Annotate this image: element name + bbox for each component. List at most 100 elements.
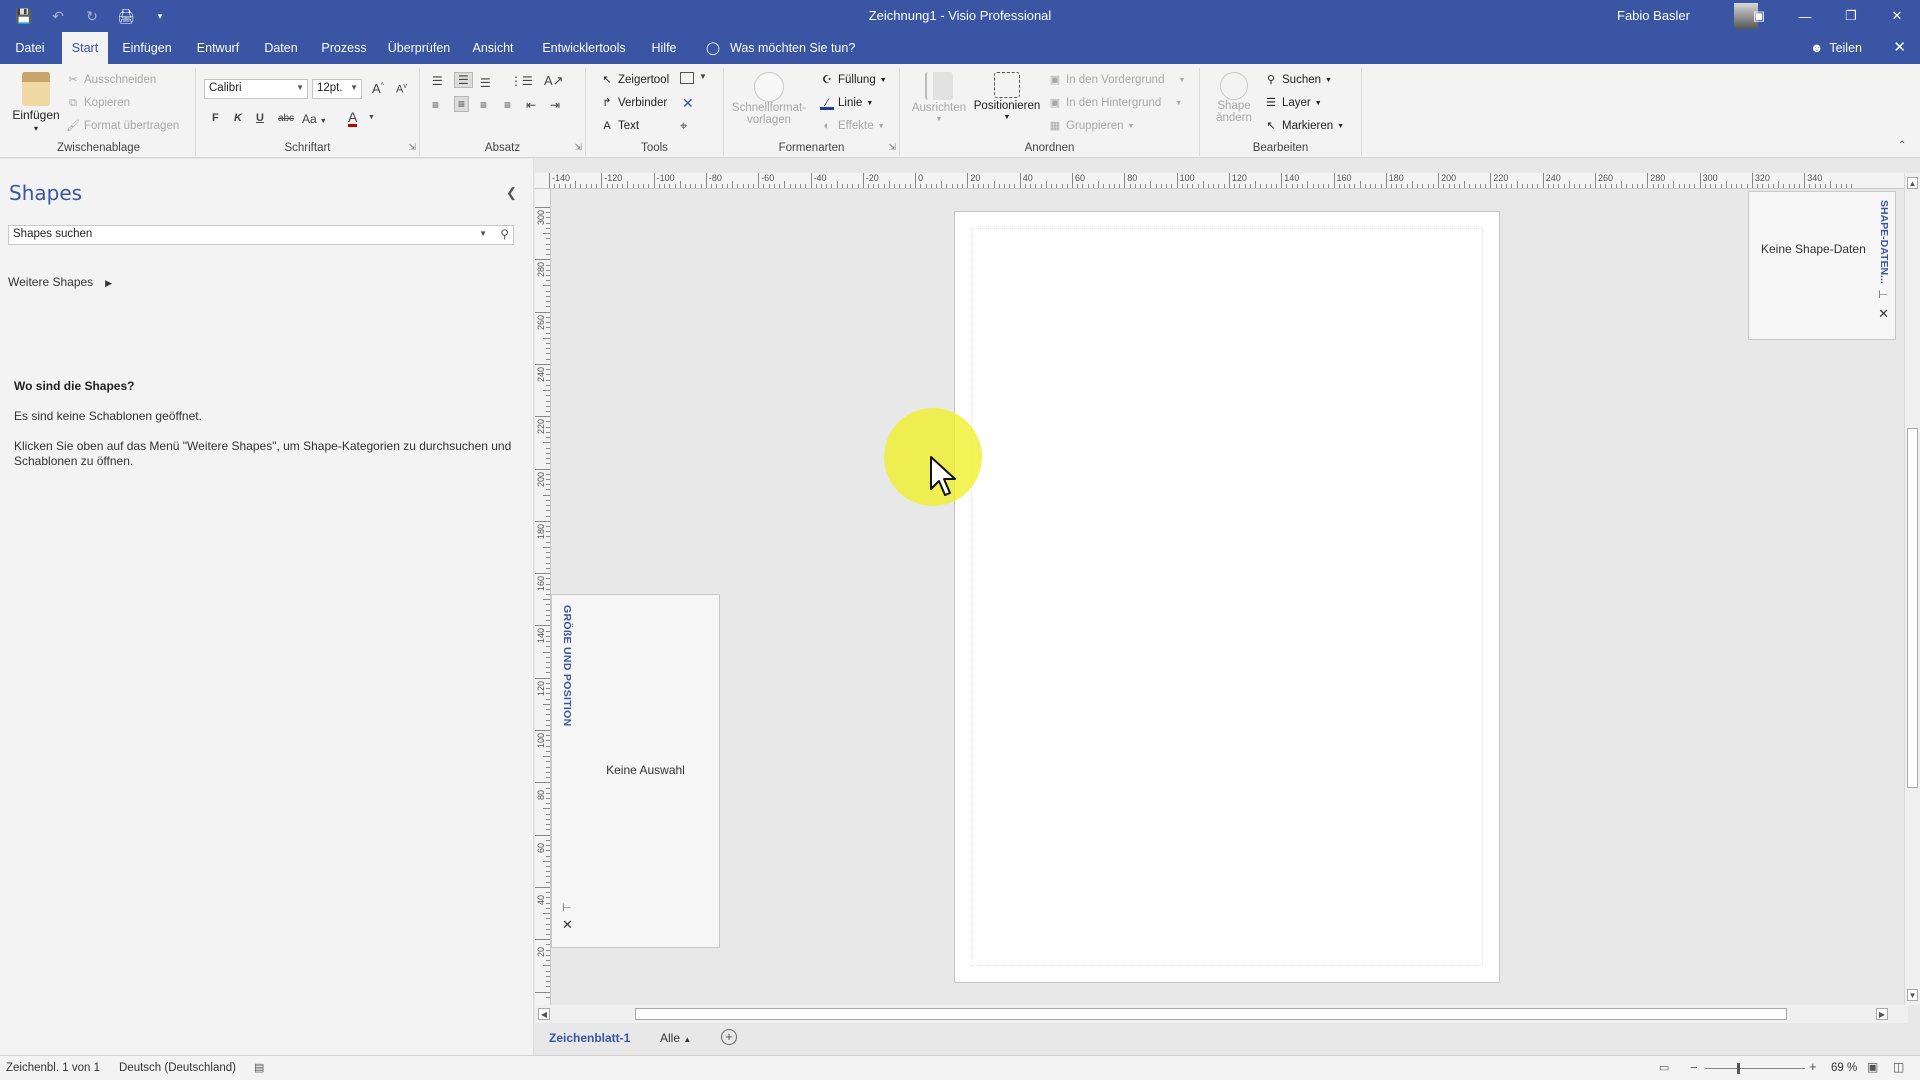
search-icon[interactable]: ⚲ bbox=[500, 227, 509, 241]
scroll-up-icon[interactable]: ▲ bbox=[1907, 177, 1918, 189]
fit-page-icon[interactable]: ▣ bbox=[1867, 1060, 1878, 1074]
zoom-slider-thumb[interactable] bbox=[1737, 1063, 1740, 1074]
zoom-out-button[interactable]: − bbox=[1690, 1060, 1698, 1075]
customize-qat-icon[interactable]: ▾ bbox=[150, 6, 170, 26]
tab-prozess[interactable]: Prozess bbox=[318, 32, 370, 64]
user-name[interactable]: Fabio Basler bbox=[1617, 8, 1690, 23]
font-size-select[interactable]: 12pt. ▼ bbox=[312, 79, 362, 99]
decrease-indent-icon[interactable]: ⇤ bbox=[526, 98, 536, 112]
switch-windows-icon[interactable]: ◫ bbox=[1893, 1060, 1904, 1074]
text-tool-button[interactable]: A Text bbox=[600, 119, 639, 133]
restore-button[interactable]: ❐ bbox=[1828, 0, 1874, 32]
shape-data-window[interactable]: Keine Shape-Daten SHAPE-DATEN... ⊢ ✕ bbox=[1748, 191, 1896, 340]
scroll-left-icon[interactable]: ◀ bbox=[538, 1008, 550, 1020]
chevron-down-icon[interactable]: ▼ bbox=[699, 72, 707, 81]
dialog-launcher-icon[interactable]: ⇲ bbox=[888, 142, 896, 153]
align-center-icon[interactable]: ≡ bbox=[454, 96, 470, 112]
layer-button[interactable]: ☰ Layer ▼ bbox=[1264, 96, 1322, 110]
sheet-tab-1[interactable]: Zeichenblatt-1 bbox=[549, 1031, 630, 1045]
chevron-down-icon[interactable]: ▼ bbox=[479, 229, 487, 238]
bold-button[interactable]: F bbox=[212, 112, 219, 124]
tab-ansicht[interactable]: Ansicht bbox=[468, 32, 518, 64]
position-button[interactable]: Positionieren ▼ bbox=[970, 72, 1044, 121]
connector-button[interactable]: ↱ Verbinder bbox=[600, 96, 667, 110]
bring-to-front-button[interactable]: ▣ In den Vordergrund ▼ bbox=[1048, 73, 1186, 87]
share-button[interactable]: ☻ Teilen bbox=[1810, 32, 1862, 64]
zoom-level[interactable]: 69 % bbox=[1831, 1062, 1857, 1074]
presentation-mode-icon[interactable]: ▭ bbox=[1659, 1061, 1669, 1074]
all-sheets-button[interactable]: Alle ▲ bbox=[660, 1031, 691, 1045]
close-icon[interactable]: ✕ bbox=[562, 917, 573, 933]
effects-button[interactable]: ◐ Effekte ▼ bbox=[820, 119, 885, 133]
tab-entwicklertools[interactable]: Entwicklertools bbox=[536, 32, 632, 64]
scroll-thumb[interactable] bbox=[1907, 428, 1918, 788]
minimize-button[interactable]: — bbox=[1782, 0, 1828, 32]
drawing-canvas[interactable]: -140 -120 -100 -80 -60 -40 -20 0 20 40 60 80 100 120 1… bbox=[535, 159, 1920, 1055]
close-button[interactable]: ✕ bbox=[1874, 0, 1920, 32]
collapse-ribbon-icon[interactable]: ⌃ bbox=[1898, 140, 1906, 151]
group-button[interactable]: ▦ Gruppieren ▼ bbox=[1048, 119, 1135, 133]
send-to-back-button[interactable]: ▣ In den Hintergrund ▼ bbox=[1048, 96, 1182, 110]
italic-button[interactable]: K bbox=[234, 112, 242, 124]
redo-icon[interactable]: ↻ bbox=[82, 6, 102, 26]
align-bottom-icon[interactable]: ☰ bbox=[480, 76, 491, 90]
tab-entwurf[interactable]: Entwurf bbox=[191, 32, 245, 64]
scroll-down-icon[interactable]: ▼ bbox=[1907, 989, 1918, 1001]
underline-button[interactable]: U bbox=[256, 112, 264, 124]
font-color-button[interactable]: A bbox=[348, 110, 358, 127]
line-button[interactable]: ∕ Linie ▼ bbox=[820, 96, 873, 110]
pin-icon[interactable]: ⊢ bbox=[562, 901, 572, 914]
crop-icon[interactable]: ⌖ bbox=[680, 118, 687, 134]
page-indicator[interactable]: Zeichenbl. 1 von 1 bbox=[6, 1062, 100, 1074]
vertical-scrollbar[interactable]: ▲ ▼ bbox=[1904, 173, 1920, 1005]
ribbon-display-options-icon[interactable]: ▣ bbox=[1736, 0, 1782, 32]
close-icon[interactable]: ✕ bbox=[1878, 306, 1889, 322]
vertical-ruler[interactable]: 300 280 260 240 220 200 180 160 140 120 100 80 60 40 2… bbox=[535, 189, 551, 1010]
align-right-icon[interactable]: ≡ bbox=[480, 98, 487, 112]
delete-connector-icon[interactable]: ✕ bbox=[682, 95, 694, 112]
search-input[interactable]: Shapes suchen ▼ ⚲ bbox=[8, 225, 514, 245]
find-button[interactable]: ⚲ Suchen ▼ bbox=[1264, 73, 1332, 87]
zoom-in-button[interactable]: + bbox=[1809, 1059, 1817, 1074]
pointer-tool-button[interactable]: ↖ Zeigertool bbox=[600, 73, 669, 87]
macro-record-icon[interactable]: ▤ bbox=[254, 1061, 264, 1074]
save-icon[interactable]: 💾 bbox=[14, 6, 34, 26]
more-shapes-menu[interactable]: Weitere Shapes ▶ bbox=[8, 275, 112, 289]
align-button[interactable]: Ausrichten ▼ bbox=[908, 72, 970, 123]
rectangle-icon[interactable] bbox=[680, 72, 694, 84]
tab-start[interactable]: Start bbox=[62, 32, 108, 64]
justify-icon[interactable]: ≡ bbox=[504, 98, 511, 112]
align-left-icon[interactable]: ≡ bbox=[432, 98, 439, 112]
scroll-right-icon[interactable]: ▶ bbox=[1876, 1008, 1888, 1020]
print-icon[interactable]: 🖨 bbox=[116, 6, 136, 26]
close-pane-icon[interactable]: ✕ bbox=[1893, 32, 1906, 64]
select-button[interactable]: ↖ Markieren ▼ bbox=[1264, 119, 1344, 133]
horizontal-scrollbar[interactable]: ◀ ▶ bbox=[535, 1005, 1908, 1023]
quick-styles-button[interactable]: Schnellformat- vorlagen bbox=[728, 72, 810, 126]
shrink-font-button[interactable]: Av bbox=[396, 83, 407, 96]
undo-icon[interactable]: ↶ bbox=[48, 6, 68, 26]
size-position-window[interactable]: GRÖßE UND POSITION Keine Auswahl ⊢ ✕ bbox=[551, 594, 720, 948]
tab-daten[interactable]: Daten bbox=[256, 32, 306, 64]
grow-font-button[interactable]: A^ bbox=[372, 81, 384, 96]
format-painter-button[interactable]: 🖌 Format übertragen bbox=[66, 119, 179, 133]
copy-button[interactable]: ⧉ Kopieren bbox=[66, 96, 130, 110]
scroll-thumb[interactable] bbox=[635, 1008, 1787, 1020]
paste-button[interactable]: Einfügen ▾ bbox=[8, 72, 64, 133]
tab-einfuegen[interactable]: Einfügen bbox=[118, 32, 176, 64]
horizontal-ruler[interactable]: -140 -120 -100 -80 -60 -40 -20 0 20 40 60 80 100 120 1… bbox=[535, 173, 1908, 189]
zoom-slider[interactable] bbox=[1705, 1068, 1805, 1069]
tell-me-search[interactable]: ◯ Was möchten Sie tun? bbox=[706, 32, 855, 64]
tab-hilfe[interactable]: Hilfe bbox=[644, 32, 684, 64]
text-direction-icon[interactable]: A↗ bbox=[544, 73, 564, 89]
collapse-pane-icon[interactable]: ❮ bbox=[506, 185, 517, 201]
font-name-select[interactable]: Calibri ▼ bbox=[204, 79, 308, 99]
bullets-icon[interactable]: ⋮☰ bbox=[510, 74, 533, 88]
tab-ueberpruefen[interactable]: Überprüfen bbox=[384, 32, 454, 64]
dialog-launcher-icon[interactable]: ⇲ bbox=[574, 142, 582, 153]
change-shape-button[interactable]: Shape ändern bbox=[1204, 72, 1264, 124]
align-middle-icon[interactable]: ☰ bbox=[454, 72, 473, 88]
change-case-button[interactable]: Aa ▼ bbox=[302, 112, 327, 126]
dialog-launcher-icon[interactable]: ⇲ bbox=[408, 142, 416, 153]
align-top-icon[interactable]: ☰ bbox=[432, 74, 443, 88]
